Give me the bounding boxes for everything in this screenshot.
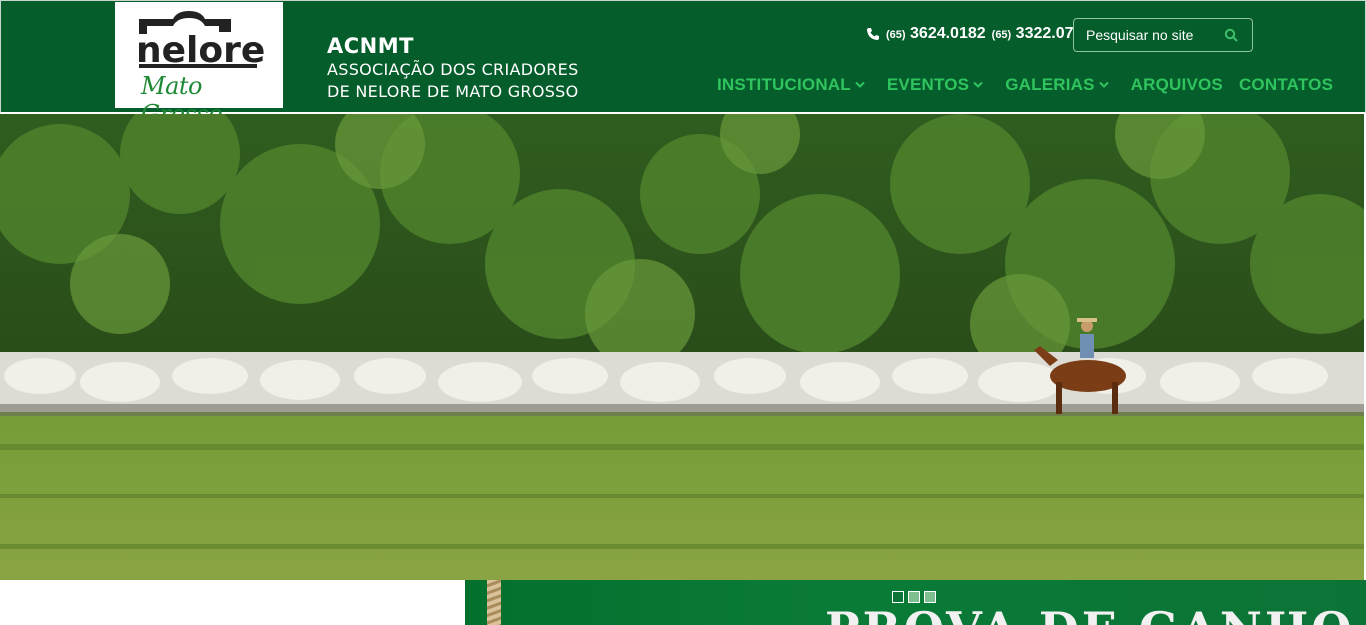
phone-2-ddd: (65) — [991, 29, 1012, 41]
nav-label-arquivos: ARQUIVOS — [1130, 75, 1223, 94]
chevron-down-icon — [973, 81, 983, 88]
chevron-down-icon — [855, 81, 865, 88]
nav-item-eventos[interactable]: EVENTOS — [887, 75, 983, 95]
search-button[interactable] — [1214, 19, 1248, 51]
nav-label-contatos: CONTATOS — [1238, 75, 1334, 94]
hero-banner-image — [0, 114, 1364, 580]
nav-label-institucional: INSTITUCIONAL — [717, 75, 851, 94]
nav-label-galerias: GALERIAS — [1005, 75, 1095, 94]
promo-title: PROVA DE GANHO — [825, 606, 1354, 625]
chevron-down-icon — [1098, 81, 1109, 88]
org-acronym: ACNMT — [327, 34, 414, 58]
nav-item-galerias[interactable]: GALERIAS — [1005, 75, 1109, 95]
site-header: nelore Mato Grosso ACNMT ASSOCIAÇÃO DOS … — [0, 0, 1366, 128]
org-line-1: ASSOCIAÇÃO DOS CRIADORES — [327, 60, 579, 79]
slider-dot-1[interactable] — [892, 591, 904, 603]
phone-1[interactable]: (65) 3624.0182 — [886, 25, 986, 43]
search-box — [1073, 18, 1253, 52]
main-navigation: INSTITUCIONAL EVENTOS GALERIAS ARQUIVOS … — [717, 75, 1333, 95]
org-line-2: DE NELORE DE MATO GROSSO — [327, 82, 579, 101]
slider-dot-3[interactable] — [924, 591, 936, 603]
nav-item-institucional[interactable]: INSTITUCIONAL — [717, 75, 865, 95]
nav-item-contatos[interactable]: CONTATOS — [1239, 75, 1333, 95]
search-icon — [1224, 28, 1238, 42]
logo-word: nelore — [136, 30, 265, 71]
phone-1-number: 3624.0182 — [910, 25, 986, 42]
phone-numbers: (65) 3624.0182 (65) 3322.0712 — [866, 25, 1091, 43]
search-input[interactable] — [1074, 27, 1214, 43]
nav-label-eventos: EVENTOS — [886, 75, 970, 94]
slider-dot-2[interactable] — [908, 591, 920, 603]
phone-icon — [867, 28, 879, 40]
content-blank-area — [0, 580, 465, 625]
logo[interactable]: nelore Mato Grosso — [115, 2, 283, 128]
nav-item-arquivos[interactable]: ARQUIVOS — [1131, 75, 1223, 95]
organization-name: ACNMT ASSOCIAÇÃO DOS CRIADORES DE NELORE… — [327, 33, 579, 103]
slider-dots — [892, 591, 936, 603]
phone-1-ddd: (65) — [886, 29, 906, 41]
rope-decoration — [487, 580, 501, 625]
